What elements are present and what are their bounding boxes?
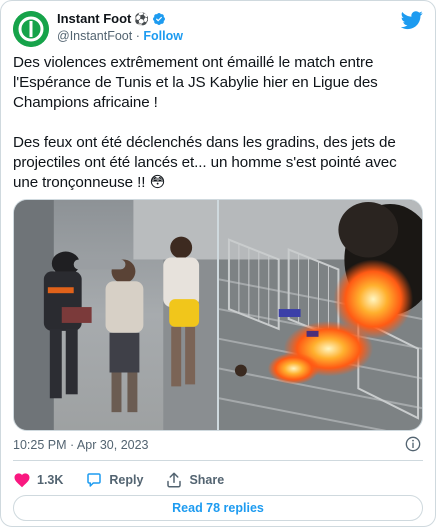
like-count: 1.3K [37, 473, 64, 487]
heart-icon [14, 473, 30, 488]
tweet-timestamp[interactable]: 10:25 PM · Apr 30, 2023 [13, 438, 149, 452]
photo-fight-in-stands[interactable] [14, 200, 217, 430]
read-replies-button[interactable]: Read 78 replies [13, 495, 423, 521]
fire-on-stairs-image-icon [219, 200, 422, 430]
verified-badge-icon [153, 12, 166, 25]
speech-bubble-icon [87, 473, 102, 487]
share-button[interactable]: Share [165, 471, 224, 489]
author-handle-row: @InstantFoot · Follow [57, 29, 183, 43]
avatar[interactable] [13, 11, 49, 47]
share-label: Share [189, 473, 225, 487]
reply-label: Reply [109, 473, 144, 487]
author-name-row[interactable]: Instant Foot ⚽ [57, 11, 166, 26]
info-icon[interactable] [405, 436, 421, 452]
divider [13, 460, 423, 461]
tweet-card: Instant Foot ⚽ @InstantFoot · Follow Des… [0, 0, 436, 527]
follow-button[interactable]: Follow [143, 29, 183, 43]
tweet-header: Instant Foot ⚽ @InstantFoot · Follow [13, 9, 423, 47]
tweet-text: Des violences extrêmement ont émaillé le… [13, 54, 397, 191]
soccer-ball-emoji: ⚽ [134, 11, 150, 26]
photo-fire-on-stairs[interactable] [219, 200, 422, 430]
separator-dot: · [135, 29, 140, 43]
instant-foot-logo-icon [13, 11, 49, 47]
author-name[interactable]: Instant Foot [57, 11, 131, 26]
fight-in-stands-image-icon [14, 200, 217, 430]
twitter-bird-icon[interactable] [401, 9, 423, 31]
reply-button[interactable]: Reply [85, 471, 143, 489]
share-arrow-icon [167, 472, 182, 488]
tweet-actions: 1.3K Reply Share [13, 469, 246, 491]
author-handle[interactable]: @InstantFoot [57, 29, 132, 43]
tweet-media[interactable] [13, 199, 423, 431]
like-button[interactable]: 1.3K [13, 471, 63, 489]
